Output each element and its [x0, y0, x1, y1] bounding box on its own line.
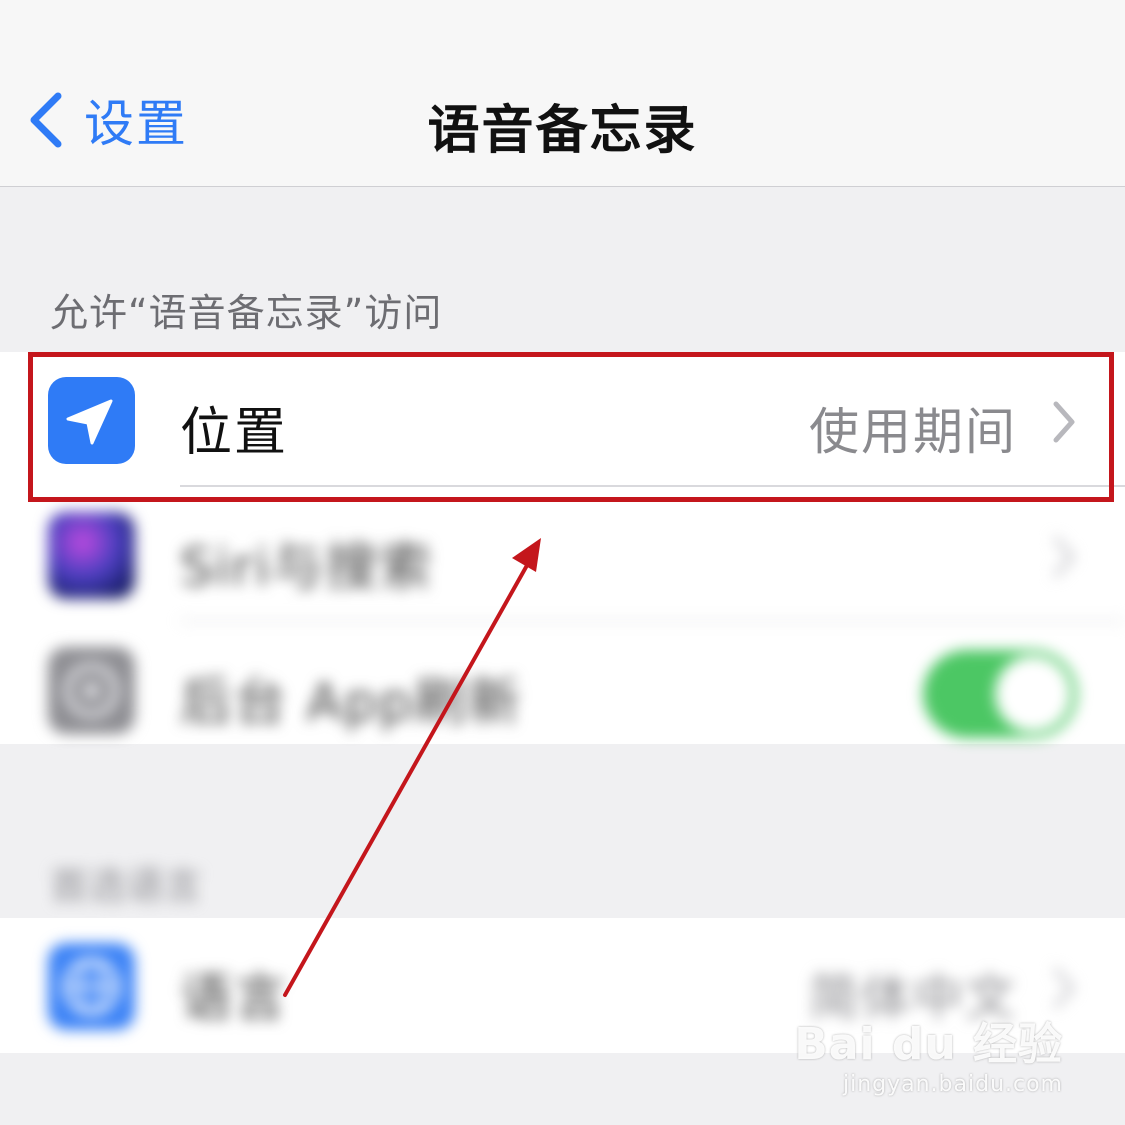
siri-icon — [48, 512, 135, 599]
baidu-watermark: Bai du 经验 jingyan.baidu.com — [794, 1008, 1063, 1097]
settings-screen: 设置 语音备忘录 允许“语音备忘录”访问 位置 使用期间 Siri与搜索 后台 … — [0, 0, 1125, 1125]
section-header-allow-access: 允许“语音备忘录”访问 — [50, 291, 443, 335]
toggle-knob — [995, 656, 1071, 732]
background-refresh-toggle[interactable] — [923, 650, 1077, 738]
location-value: 使用期间 — [809, 403, 1017, 461]
language-label: 语言 — [180, 969, 289, 1029]
globe-icon — [48, 943, 135, 1030]
siri-label: Siri与搜索 — [180, 538, 434, 598]
settings-row-location[interactable]: 位置 使用期间 — [0, 352, 1125, 487]
settings-row-siri[interactable]: Siri与搜索 — [0, 487, 1125, 622]
settings-row-background-refresh[interactable]: 后台 App刷新 — [0, 622, 1125, 757]
watermark-url: jingyan.baidu.com — [842, 1072, 1063, 1097]
location-label: 位置 — [180, 403, 289, 463]
location-arrow-icon — [48, 377, 135, 464]
background-refresh-label: 后台 App刷新 — [180, 673, 523, 733]
gear-icon — [48, 647, 135, 734]
chevron-right-icon — [1053, 401, 1075, 443]
navigation-bar: 设置 语音备忘录 — [0, 0, 1125, 187]
chevron-right-icon — [1053, 967, 1075, 1009]
allow-access-group: 位置 使用期间 Siri与搜索 后台 App刷新 — [0, 352, 1125, 744]
watermark-logo: Bai du 经验 — [794, 1019, 1063, 1070]
page-title: 语音备忘录 — [427, 101, 698, 161]
chevron-right-icon — [1053, 536, 1075, 578]
section-header-language: 首选语言 — [50, 864, 203, 908]
